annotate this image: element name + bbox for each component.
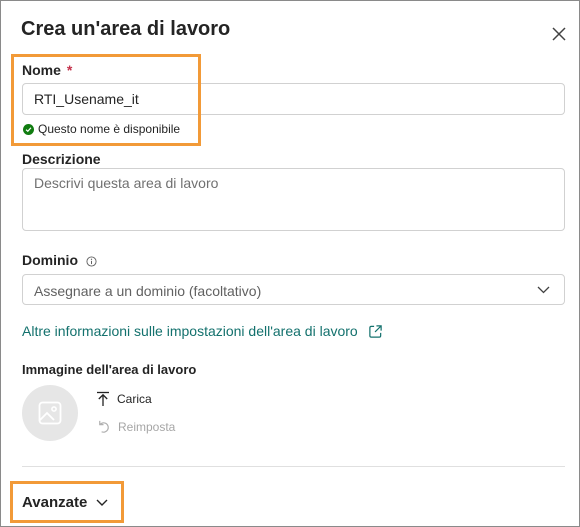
chevron-down-icon [537, 286, 550, 294]
close-icon[interactable] [550, 25, 568, 43]
name-highlight-box [11, 54, 201, 146]
link-text: Altre informazioni sulle impostazioni de… [22, 323, 358, 339]
section-divider [22, 466, 565, 467]
workspace-image-label: Immagine dell'area di lavoro [22, 362, 197, 377]
workspace-image-avatar [22, 385, 78, 441]
description-label: Descrizione [22, 151, 101, 167]
domain-selected-value: Assegnare a un dominio (facoltativo) [34, 283, 262, 299]
upload-button[interactable]: Carica [96, 391, 152, 407]
domain-label: Dominio [22, 252, 97, 268]
domain-dropdown[interactable]: Assegnare a un dominio (facoltativo) [22, 274, 565, 305]
reset-button: Reimposta [96, 419, 175, 434]
undo-icon [99, 420, 109, 433]
info-icon[interactable] [86, 256, 97, 267]
description-textarea[interactable] [22, 168, 565, 231]
workspace-settings-link[interactable]: Altre informazioni sulle impostazioni de… [22, 323, 383, 339]
dialog-title: Crea un'area di lavoro [21, 18, 231, 40]
open-in-new-icon [369, 324, 382, 338]
upload-icon [97, 391, 109, 406]
advanced-highlight-box [10, 481, 124, 523]
image-placeholder-icon [38, 401, 62, 425]
create-workspace-dialog: Crea un'area di lavoro Nome* Questo nome… [0, 0, 580, 527]
